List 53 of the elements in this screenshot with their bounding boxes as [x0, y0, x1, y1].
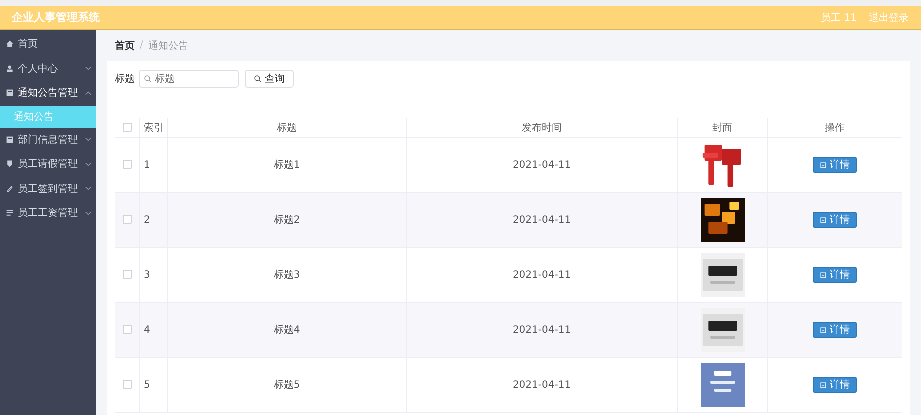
- search-icon: [144, 75, 152, 83]
- document-icon: [820, 272, 827, 278]
- table-cell: 2021-04-11: [406, 192, 678, 248]
- table-cell: 标题4: [168, 302, 406, 358]
- document-icon: [820, 382, 827, 388]
- row-checkbox[interactable]: [122, 160, 132, 170]
- select-all-checkbox[interactable]: [122, 122, 132, 132]
- search-button[interactable]: 查询: [245, 70, 294, 88]
- sidebar-item[interactable]: 通知公告管理: [0, 81, 96, 106]
- column-header: 封面: [678, 118, 768, 138]
- table-cell: 标题5: [168, 358, 406, 412]
- table-cell: 5: [140, 358, 168, 412]
- row-checkbox[interactable]: [122, 380, 132, 390]
- pen-icon: [6, 184, 14, 193]
- table-cell: 2: [140, 192, 168, 248]
- app-title: 企业人事管理系统: [12, 10, 100, 25]
- sidebar-item[interactable]: 员工工资管理: [0, 201, 96, 226]
- list-icon: [6, 209, 14, 218]
- column-header: 标题: [168, 118, 406, 138]
- person-icon: [6, 64, 14, 73]
- table-cell: 2021-04-11: [406, 358, 678, 412]
- breadcrumb-separator: /: [140, 40, 144, 51]
- pin-icon: [6, 160, 14, 168]
- search-field[interactable]: 标题: [139, 70, 239, 88]
- sidebar-item[interactable]: 员工签到管理: [0, 176, 96, 201]
- row-checkbox[interactable]: [122, 270, 132, 280]
- details-button[interactable]: 详情: [813, 377, 857, 393]
- details-button[interactable]: 详情: [813, 212, 857, 228]
- home-icon: [6, 40, 14, 48]
- breadcrumb-link[interactable]: 首页: [115, 38, 135, 52]
- sidebar-item[interactable]: 部门信息管理: [0, 128, 96, 152]
- table-cell: 4: [140, 302, 168, 358]
- details-button[interactable]: 详情: [813, 157, 857, 173]
- sidebar-item[interactable]: 员工请假管理: [0, 152, 96, 176]
- search-icon: [254, 75, 262, 83]
- column-header: 发布时间: [406, 118, 678, 138]
- details-button[interactable]: 详情: [813, 322, 857, 338]
- document-icon: [6, 89, 14, 98]
- sidebar-item[interactable]: 首页: [0, 32, 96, 56]
- table-cell: 标题2: [168, 192, 406, 248]
- table-cell: 2021-04-11: [406, 302, 678, 358]
- column-header: 索引: [140, 118, 168, 138]
- user-name: 员工 11: [821, 12, 857, 24]
- details-button[interactable]: 详情: [813, 267, 857, 283]
- document-icon: [820, 216, 827, 224]
- search-label: 标题: [115, 72, 135, 86]
- sidebar-item[interactable]: 个人中心: [0, 56, 96, 81]
- document-icon: [6, 136, 14, 144]
- document-icon: [820, 162, 827, 168]
- document-icon: [820, 326, 827, 334]
- column-header: 操作: [768, 118, 902, 138]
- row-checkbox[interactable]: [122, 215, 132, 224]
- row-checkbox[interactable]: [122, 325, 132, 334]
